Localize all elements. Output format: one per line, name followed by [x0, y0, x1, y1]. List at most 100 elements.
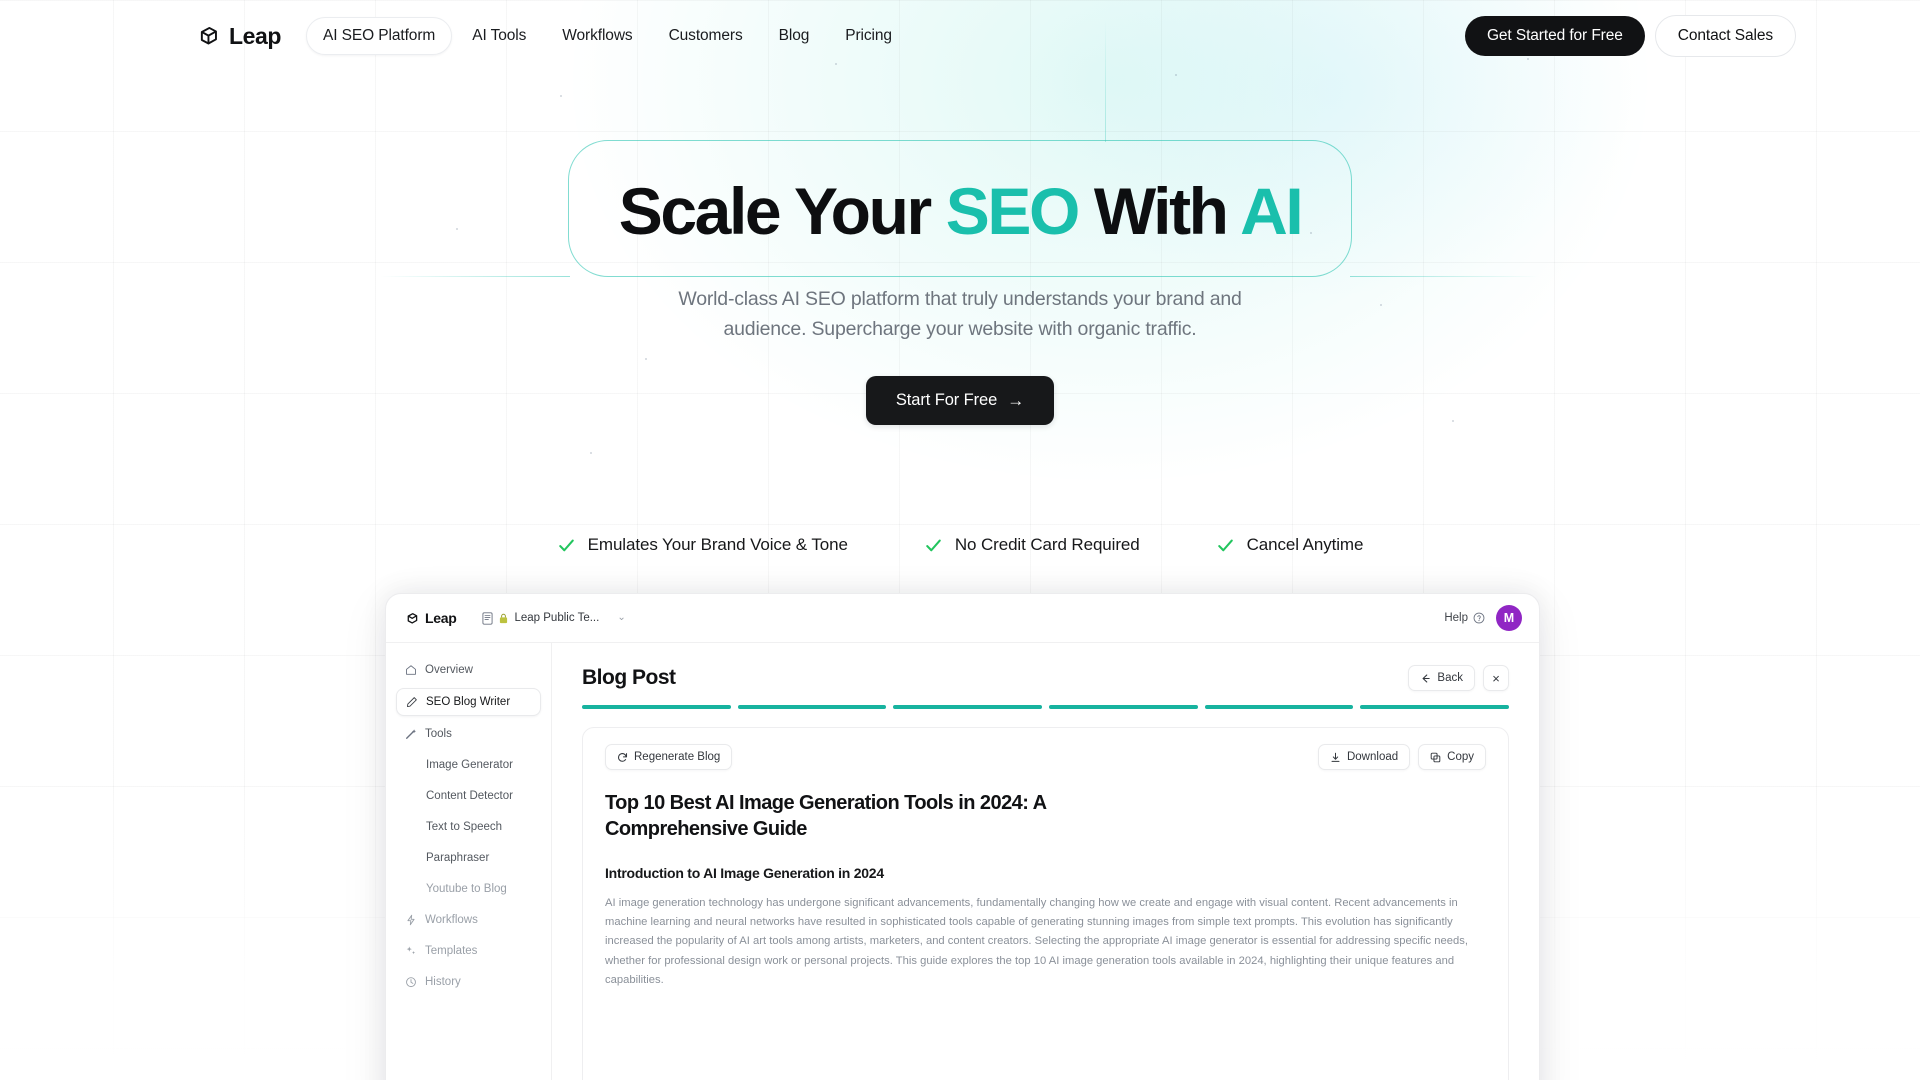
panel-header: Blog Post Back × [582, 665, 1509, 691]
regenerate-blog-label: Regenerate Blog [634, 751, 721, 763]
sidebar-item-label: History [425, 976, 461, 988]
back-label: Back [1437, 672, 1463, 684]
sidebar-item-content-detector[interactable]: Content Detector [396, 783, 541, 809]
sidebar-item-label: Tools [425, 728, 452, 740]
page-root: Leap AI SEO Platform AI Tools Workflows … [0, 0, 1920, 1080]
back-button[interactable]: Back [1408, 665, 1475, 691]
top-navbar: Leap AI SEO Platform AI Tools Workflows … [0, 0, 1920, 72]
background-speck [590, 452, 592, 454]
copy-button[interactable]: Copy [1418, 744, 1486, 770]
nav-link-ai-tools[interactable]: AI Tools [456, 18, 542, 54]
document-card: Regenerate Blog Download Copy Top 10 Bes… [582, 727, 1509, 1080]
brand-logo-link[interactable]: Leap [198, 23, 281, 50]
sidebar-item-label: SEO Blog Writer [426, 696, 511, 708]
download-button[interactable]: Download [1317, 744, 1411, 770]
hero-title-accent-seo: SEO [945, 174, 1081, 248]
app-brand-name: Leap [425, 610, 457, 626]
sparkle-icon [406, 946, 416, 955]
hero-cta-wrapper: Start For Free → [0, 376, 1920, 425]
sidebar-item-paraphraser[interactable]: Paraphraser [396, 845, 541, 871]
sidebar-item-overview[interactable]: Overview [396, 657, 541, 683]
sidebar-item-image-generator[interactable]: Image Generator [396, 752, 541, 778]
decorative-line-left [380, 276, 570, 277]
contact-sales-button[interactable]: Contact Sales [1654, 15, 1796, 57]
bolt-icon [407, 914, 415, 926]
background-speck [560, 95, 562, 97]
arrow-left-icon [1422, 673, 1431, 683]
nav-link-customers[interactable]: Customers [653, 18, 759, 54]
wand-icon [406, 729, 416, 739]
sidebar-item-label: Youtube to Blog [426, 883, 507, 895]
app-topbar: Leap Leap Public Te... ⌄ Help M [386, 594, 1539, 643]
nav-links: AI SEO Platform AI Tools Workflows Custo… [306, 17, 908, 55]
sidebar-item-label: Image Generator [426, 759, 513, 771]
app-main-content: Blog Post Back × Regenerate Blog Downloa… [552, 643, 1539, 1080]
sidebar-item-templates[interactable]: Templates [396, 938, 541, 964]
app-mockup-frame: Leap Leap Public Te... ⌄ Help M Overview… [385, 593, 1540, 1080]
sidebar-item-workflows[interactable]: Workflows [396, 907, 541, 933]
sidebar-item-label: Workflows [425, 914, 478, 926]
hero-title-part2: With [1077, 174, 1241, 248]
feature-item: No Credit Card Required [924, 535, 1140, 555]
get-started-for-free-button[interactable]: Get Started for Free [1464, 16, 1645, 56]
check-icon [926, 539, 941, 551]
nav-actions: Get Started for Free Contact Sales [1464, 15, 1796, 57]
workspace-selector[interactable]: Leap Public Te... ⌄ [482, 611, 626, 625]
hero-title-accent-ai: AI [1240, 174, 1304, 248]
progress-segment [893, 705, 1043, 709]
nav-link-pricing[interactable]: Pricing [829, 18, 908, 54]
panel-header-actions: Back × [1408, 665, 1509, 691]
hero-title-part1: Scale Your [618, 174, 946, 248]
document-toolbar: Regenerate Blog Download Copy [605, 744, 1486, 770]
start-for-free-label: Start For Free [895, 391, 998, 409]
lock-icon [500, 613, 508, 623]
app-brand[interactable]: Leap [406, 610, 457, 626]
sidebar-item-label: Text to Speech [426, 821, 503, 833]
close-button[interactable]: × [1483, 665, 1509, 691]
workspace-label: Leap Public Te... [514, 612, 600, 624]
progress-segment [582, 705, 731, 709]
nav-link-blog[interactable]: Blog [763, 18, 826, 54]
background-speck [1175, 74, 1177, 76]
avatar[interactable]: M [1496, 605, 1522, 631]
download-label: Download [1346, 751, 1399, 763]
feature-label: Emulates Your Brand Voice & Tone [587, 535, 848, 554]
nav-link-workflows[interactable]: Workflows [546, 18, 648, 54]
sidebar-item-label: Overview [425, 664, 473, 676]
sidebar-item-tools[interactable]: Tools [396, 721, 541, 747]
background-speck [645, 358, 647, 360]
help-link[interactable]: Help [1444, 612, 1485, 624]
sidebar-item-youtube-to-blog[interactable]: Youtube to Blog [396, 876, 541, 902]
cube-logo-icon [407, 612, 418, 624]
hero-feature-list: Emulates Your Brand Voice & Tone No Cred… [0, 535, 1920, 555]
nav-link-ai-seo-platform[interactable]: AI SEO Platform [306, 17, 453, 55]
refresh-icon [618, 752, 628, 762]
document-title: Top 10 Best AI Image Generation Tools in… [605, 792, 1046, 841]
progress-segment [1049, 705, 1198, 709]
check-icon [1217, 539, 1233, 551]
sidebar-item-seo-blog-writer[interactable]: SEO Blog Writer [396, 688, 541, 716]
copy-icon [1430, 752, 1441, 762]
document-paragraph: AI image generation technology has under… [605, 896, 1468, 986]
progress-segment [737, 705, 887, 709]
app-topbar-right: Help M [1444, 605, 1522, 631]
hero-title: Scale Your SEO With AI [0, 178, 1920, 244]
decorative-line-right [1350, 276, 1540, 277]
app-sidebar: Overview SEO Blog Writer Tools Image Gen… [386, 643, 552, 1080]
feature-label: Cancel Anytime [1246, 535, 1364, 554]
sidebar-item-history[interactable]: History [396, 969, 541, 995]
brand-name: Leap [229, 22, 282, 49]
progress-segment [1360, 705, 1510, 709]
regenerate-blog-button[interactable]: Regenerate Blog [605, 744, 733, 770]
progress-segment [1204, 705, 1354, 709]
clock-icon [406, 977, 416, 988]
sidebar-item-text-to-speech[interactable]: Text to Speech [396, 814, 541, 840]
document-toolbar-right: Download Copy [1317, 744, 1486, 770]
start-for-free-button[interactable]: Start For Free → [865, 376, 1055, 425]
home-icon [406, 665, 416, 675]
feature-item: Cancel Anytime [1216, 535, 1364, 555]
cube-logo-icon [200, 26, 217, 45]
app-body: Overview SEO Blog Writer Tools Image Gen… [386, 643, 1539, 1080]
copy-label: Copy [1447, 751, 1474, 763]
document-icon [482, 611, 494, 625]
